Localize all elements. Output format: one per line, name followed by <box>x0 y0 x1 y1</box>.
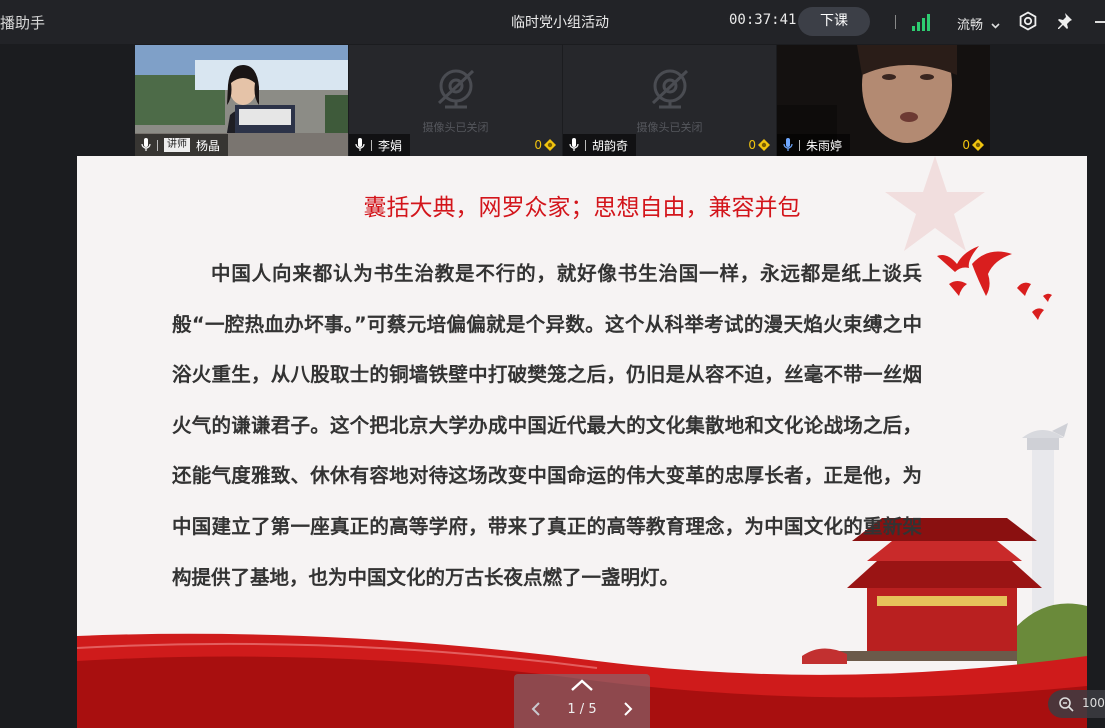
end-class-button[interactable]: 下课 <box>798 7 870 36</box>
camera-off-placeholder: 摄像头已关闭 <box>349 67 562 135</box>
participant-tile-lecturer[interactable]: 讲师 杨晶 <box>135 45 348 156</box>
slide-title: 囊括大典，网罗众家；思想自由，兼容并包 <box>363 195 801 221</box>
participant-namebar: 李娟 <box>349 134 411 156</box>
divider <box>157 139 158 151</box>
network-quality-label: 流畅 <box>957 18 984 33</box>
slide-paragraph: 中国人向来都认为书生治教是不行的，就好像书生治国一样，永远都是纸上谈兵般“一腔热… <box>172 262 922 589</box>
microphone-icon[interactable] <box>783 138 793 152</box>
presentation-slide: 囊括大典，网罗众家；思想自由，兼容并包 中国人向来都认为书生治教是不行的，就好像… <box>77 156 1087 728</box>
divider <box>371 139 372 151</box>
participant-name: 朱雨婷 <box>806 138 843 153</box>
pin-icon[interactable] <box>1054 11 1074 31</box>
network-quality-dropdown[interactable]: 流畅 <box>957 14 1000 33</box>
camera-off-placeholder: 摄像头已关闭 <box>563 67 776 135</box>
score-value: 0 <box>748 138 756 152</box>
page-indicator: 1 / 5 <box>567 702 597 717</box>
slide-pager: 1 / 5 <box>514 674 650 728</box>
previous-page-button[interactable] <box>530 700 542 718</box>
slide-body: 中国人向来都认为书生治教是不行的，就好像书生治国一样，永远都是纸上谈兵般“一腔热… <box>172 249 922 603</box>
camera-off-icon <box>437 69 474 109</box>
microphone-icon[interactable] <box>141 138 151 152</box>
chevron-down-icon <box>991 22 1000 29</box>
participant-namebar: 朱雨婷 <box>777 134 851 156</box>
participant-tile[interactable]: 摄像头已关闭 胡韵奇 0 <box>563 45 776 156</box>
settings-icon[interactable] <box>1018 11 1038 31</box>
divider <box>799 139 800 151</box>
top-bar: 播助手 临时党小组活动 00:37:41 下课 流畅 <box>0 0 1105 44</box>
score-value: 0 <box>534 138 542 152</box>
divider <box>585 139 586 151</box>
participant-tile[interactable]: 摄像头已关闭 李娟 0 <box>349 45 562 156</box>
medal-icon <box>544 139 556 151</box>
medal-icon <box>972 139 984 151</box>
camera-off-text: 摄像头已关闭 <box>422 121 489 134</box>
chevron-up-icon[interactable] <box>570 678 594 692</box>
microphone-icon[interactable] <box>569 138 579 152</box>
medal-icon <box>758 139 770 151</box>
participant-tile-active[interactable]: 朱雨婷 0 <box>777 45 990 156</box>
minimize-icon[interactable] <box>1095 21 1105 23</box>
participant-namebar: 讲师 杨晶 <box>135 134 229 156</box>
participant-namebar: 胡韵奇 <box>563 134 637 156</box>
score-value: 0 <box>962 138 970 152</box>
reward-score: 0 <box>962 138 984 152</box>
zoom-level: 100 <box>1082 696 1105 710</box>
reward-score: 0 <box>534 138 556 152</box>
microphone-icon[interactable] <box>355 138 365 152</box>
role-badge: 讲师 <box>164 138 190 152</box>
zoom-control[interactable]: 100 <box>1048 690 1105 718</box>
reward-score: 0 <box>748 138 770 152</box>
participant-name: 李娟 <box>378 138 403 153</box>
zoom-icon <box>1059 697 1074 712</box>
next-page-button[interactable] <box>622 700 634 718</box>
participant-name: 杨晶 <box>196 138 221 153</box>
participant-name: 胡韵奇 <box>592 138 629 153</box>
meeting-title: 临时党小组活动 <box>511 15 609 31</box>
class-timer: 00:37:41 <box>729 12 797 28</box>
app-title: 播助手 <box>0 14 46 32</box>
camera-off-text: 摄像头已关闭 <box>636 121 703 134</box>
camera-off-icon <box>651 69 688 109</box>
signal-strength-icon <box>912 13 934 31</box>
divider <box>895 15 896 29</box>
